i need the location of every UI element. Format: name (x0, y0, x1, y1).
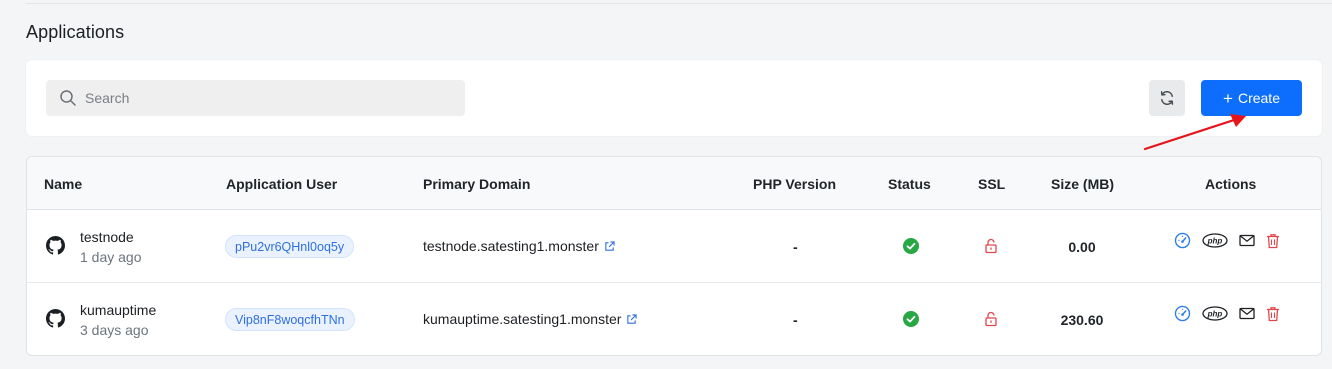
domain-text[interactable]: kumauptime.satesting1.monster (423, 311, 621, 327)
mail-icon[interactable] (1239, 234, 1255, 247)
gauge-icon[interactable] (1174, 232, 1191, 249)
table-row[interactable]: kumauptime 3 days ago Vip8nF8woqcfhTNn k… (27, 283, 1321, 356)
search-input[interactable] (85, 83, 445, 113)
column-header-ssl[interactable]: SSL (978, 176, 1005, 192)
github-icon (46, 309, 65, 333)
svg-text:php: php (1207, 236, 1223, 245)
check-circle-icon (903, 238, 919, 259)
app-name[interactable]: kumauptime (80, 302, 156, 318)
row-actions: php (1174, 232, 1291, 249)
column-header-status[interactable]: Status (888, 176, 931, 192)
create-button-label: Create (1238, 90, 1280, 106)
table-row[interactable]: testnode 1 day ago pPu2vr6QHnl0oq5y test… (27, 210, 1321, 283)
app-created-time: 3 days ago (80, 322, 149, 338)
app-size: 0.00 (1051, 239, 1113, 255)
trash-icon[interactable] (1266, 306, 1280, 322)
app-created-time: 1 day ago (80, 249, 142, 265)
trash-icon[interactable] (1266, 233, 1280, 249)
php-icon[interactable]: php (1202, 233, 1228, 248)
column-header-size[interactable]: Size (MB) (1051, 176, 1114, 192)
search-box[interactable] (46, 80, 465, 116)
toolbar-card: + Create (26, 60, 1322, 136)
refresh-icon (1159, 90, 1175, 106)
column-header-user[interactable]: Application User (226, 176, 337, 192)
check-circle-icon (903, 311, 919, 332)
row-actions: php (1174, 305, 1291, 322)
column-header-name[interactable]: Name (44, 176, 82, 192)
app-name[interactable]: testnode (80, 229, 134, 245)
plus-icon: + (1223, 90, 1233, 107)
domain-text[interactable]: testnode.satesting1.monster (423, 238, 599, 254)
page-title: Applications (26, 22, 124, 43)
primary-domain[interactable]: kumauptime.satesting1.monster (423, 311, 637, 327)
unlock-icon[interactable] (984, 238, 998, 259)
application-user-badge[interactable]: pPu2vr6QHnl0oq5y (225, 235, 354, 258)
application-user-badge[interactable]: Vip8nF8woqcfhTNn (225, 308, 355, 331)
external-link-icon[interactable] (604, 241, 615, 252)
column-header-actions: Actions (1205, 176, 1256, 192)
table-header: Name Application User Primary Domain PHP… (27, 157, 1321, 210)
top-divider (26, 0, 1332, 4)
column-header-php[interactable]: PHP Version (753, 176, 836, 192)
primary-domain[interactable]: testnode.satesting1.monster (423, 238, 615, 254)
php-version: - (793, 239, 798, 255)
unlock-icon[interactable] (984, 311, 998, 332)
php-icon[interactable]: php (1202, 306, 1228, 321)
svg-text:php: php (1207, 309, 1223, 318)
external-link-icon[interactable] (626, 314, 637, 325)
github-icon (46, 236, 65, 260)
app-size: 230.60 (1051, 312, 1113, 328)
annotation-arrow (1140, 110, 1252, 154)
search-icon (59, 89, 77, 107)
column-header-domain[interactable]: Primary Domain (423, 176, 530, 192)
gauge-icon[interactable] (1174, 305, 1191, 322)
mail-icon[interactable] (1239, 307, 1255, 320)
php-version: - (793, 312, 798, 328)
applications-table: Name Application User Primary Domain PHP… (26, 156, 1322, 356)
